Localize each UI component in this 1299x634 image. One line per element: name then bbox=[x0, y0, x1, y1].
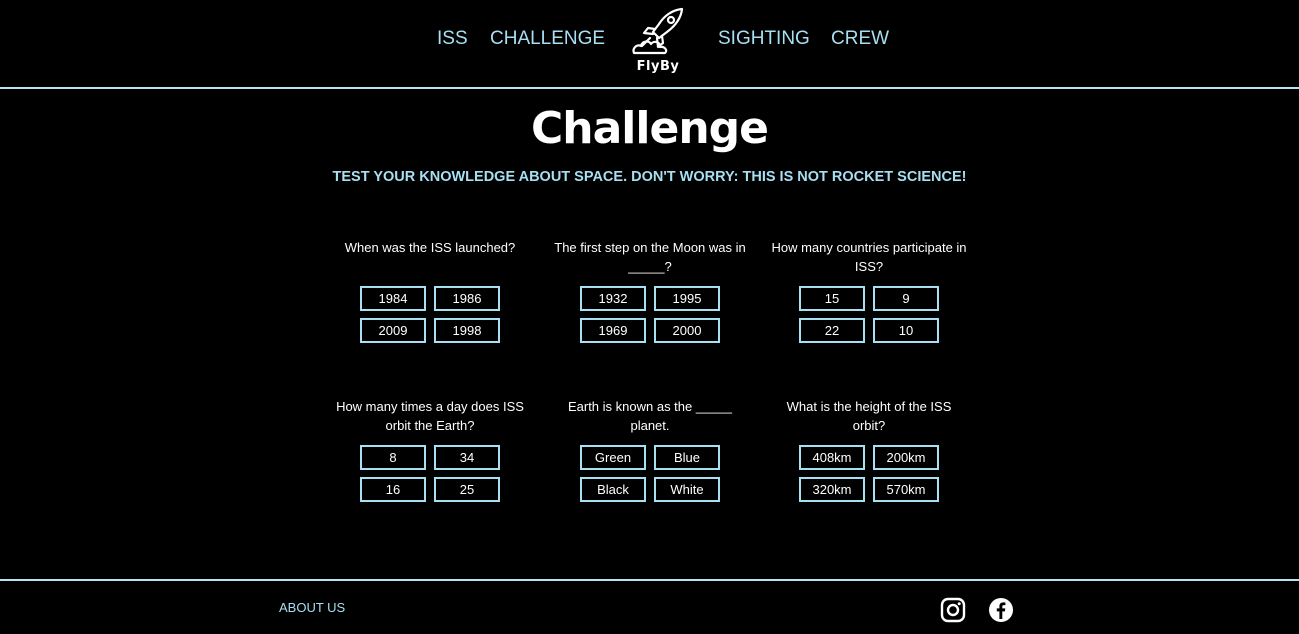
logo-text: FlyBy bbox=[636, 59, 680, 74]
answer-option[interactable]: 1986 bbox=[434, 286, 500, 311]
answer-option[interactable]: 408km bbox=[799, 445, 865, 470]
answer-option[interactable]: 1932 bbox=[580, 286, 646, 311]
about-us-link[interactable]: ABOUT US bbox=[279, 600, 345, 615]
answer-option[interactable]: Blue bbox=[654, 445, 720, 470]
answer-option[interactable]: White bbox=[654, 477, 720, 502]
nav-iss[interactable]: ISS bbox=[437, 28, 468, 50]
answer-option[interactable]: 16 bbox=[360, 477, 426, 502]
instagram-icon[interactable] bbox=[940, 597, 966, 623]
page-title: Challenge bbox=[531, 103, 769, 154]
answer-option[interactable]: Black bbox=[580, 477, 646, 502]
question-card: Earth is known as the _____ planet. Gree… bbox=[550, 397, 750, 517]
facebook-icon[interactable] bbox=[988, 597, 1014, 623]
answer-option[interactable]: 22 bbox=[799, 318, 865, 343]
nav-challenge[interactable]: CHALLENGE bbox=[490, 28, 605, 50]
question-text: The first step on the Moon was in _____? bbox=[554, 240, 746, 274]
page-subtitle: TEST YOUR KNOWLEDGE ABOUT SPACE. DON'T W… bbox=[332, 169, 967, 185]
question-card: How many countries participate in ISS? 1… bbox=[769, 238, 969, 358]
logo[interactable]: FlyBy bbox=[626, 6, 690, 74]
header-divider bbox=[0, 87, 1299, 89]
question-card: The first step on the Moon was in _____?… bbox=[550, 238, 750, 358]
answer-option[interactable]: 320km bbox=[799, 477, 865, 502]
question-text: How many times a day does ISS orbit the … bbox=[336, 399, 524, 433]
answer-option[interactable]: 10 bbox=[873, 318, 939, 343]
page: ISS CHALLENGE FlyBy SIGHTING CREW Challe… bbox=[0, 0, 1299, 634]
answer-option[interactable]: 1995 bbox=[654, 286, 720, 311]
answer-option[interactable]: 2009 bbox=[360, 318, 426, 343]
answer-option[interactable]: 1984 bbox=[360, 286, 426, 311]
answer-option[interactable]: 2000 bbox=[654, 318, 720, 343]
header: ISS CHALLENGE FlyBy SIGHTING CREW bbox=[0, 0, 1299, 87]
question-card: How many times a day does ISS orbit the … bbox=[330, 397, 530, 517]
question-text: How many countries participate in ISS? bbox=[771, 240, 967, 274]
nav-crew[interactable]: CREW bbox=[831, 28, 889, 50]
nav-sighting[interactable]: SIGHTING bbox=[718, 28, 810, 50]
answer-option[interactable]: 200km bbox=[873, 445, 939, 470]
footer-divider bbox=[0, 579, 1299, 581]
answer-option[interactable]: 25 bbox=[434, 477, 500, 502]
answer-option[interactable]: 1969 bbox=[580, 318, 646, 343]
question-text: Earth is known as the _____ planet. bbox=[567, 399, 733, 433]
answer-option[interactable]: 8 bbox=[360, 445, 426, 470]
question-text: What is the height of the ISS orbit? bbox=[786, 399, 952, 433]
answer-option[interactable]: Green bbox=[580, 445, 646, 470]
question-card: What is the height of the ISS orbit? 408… bbox=[769, 397, 969, 517]
answer-option[interactable]: 15 bbox=[799, 286, 865, 311]
answer-option[interactable]: 570km bbox=[873, 477, 939, 502]
rocket-icon bbox=[632, 7, 684, 55]
answer-option[interactable]: 34 bbox=[434, 445, 500, 470]
answer-option[interactable]: 1998 bbox=[434, 318, 500, 343]
answer-option[interactable]: 9 bbox=[873, 286, 939, 311]
question-text: When was the ISS launched? bbox=[344, 240, 516, 255]
question-card: When was the ISS launched? 1984 1986 200… bbox=[330, 238, 530, 358]
